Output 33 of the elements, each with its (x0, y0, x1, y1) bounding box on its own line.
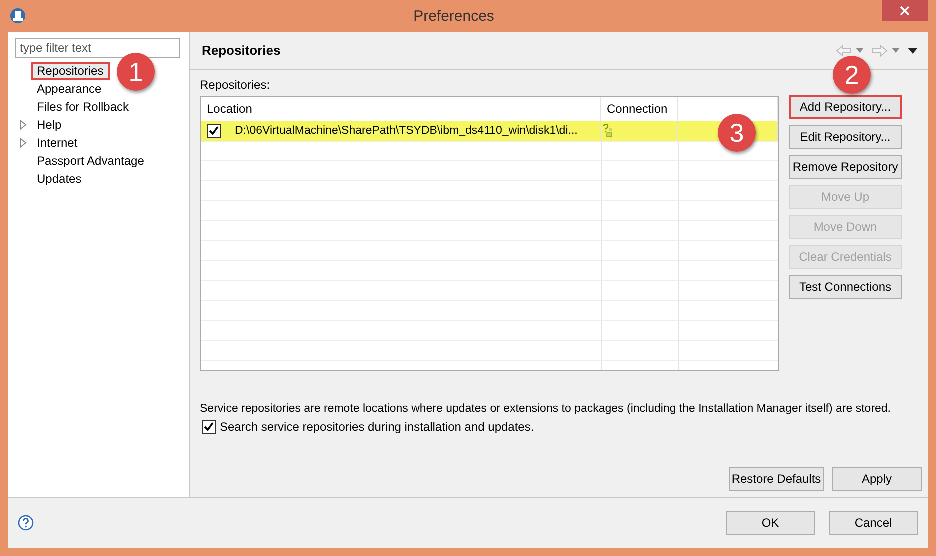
dialog-button[interactable]: OK (726, 511, 815, 535)
dropdown-caret-icon[interactable] (892, 48, 900, 53)
window-title: Preferences (412, 8, 496, 24)
page-button[interactable]: Apply (832, 467, 922, 491)
sidebar-item[interactable]: Appearance (31, 80, 108, 98)
check-icon (209, 126, 219, 136)
side-button[interactable]: Add Repository... (789, 95, 902, 119)
sidebar-item[interactable]: Updates (31, 170, 88, 188)
page-button[interactable]: Restore Defaults (729, 467, 824, 491)
app-icon (10, 8, 26, 24)
dropdown-caret-icon[interactable] (856, 48, 864, 53)
sidebar-item[interactable]: Internet (31, 134, 84, 152)
search-checkbox[interactable] (202, 420, 216, 434)
search-option-label: Search service repositories during installation and updates. (220, 420, 534, 434)
sidebar-item[interactable]: Files for Rollback (31, 98, 136, 116)
check-icon (204, 422, 214, 432)
sidebar-item[interactable]: Help (31, 116, 68, 134)
page-title: Repositories (202, 43, 282, 58)
row-checkbox[interactable] (207, 124, 221, 138)
description-text: Service repositories are remote locations where updates or extensions to packages (including the Installation Manager itself) are stored. (200, 403, 892, 415)
dialog-button[interactable]: Cancel (829, 511, 918, 535)
menu-caret-icon[interactable] (908, 48, 918, 54)
side-button[interactable]: Test Connections (789, 275, 902, 299)
side-button[interactable]: Edit Repository... (789, 125, 902, 149)
help-icon[interactable] (18, 515, 34, 531)
filter-field[interactable]: type filter text (15, 38, 180, 58)
close-button[interactable] (882, 0, 928, 21)
location-cell: D:\06VirtualMachine\SharePath\TSYDB\ibm_ds4110_win\disk1\di... (235, 125, 578, 137)
side-button[interactable]: Remove Repository (789, 155, 902, 179)
sidebar-item[interactable]: Repositories (31, 62, 110, 80)
list-label: Repositories: (200, 78, 272, 92)
close-icon (900, 6, 910, 16)
sidebar-item[interactable]: Passport Advantage (31, 152, 150, 170)
